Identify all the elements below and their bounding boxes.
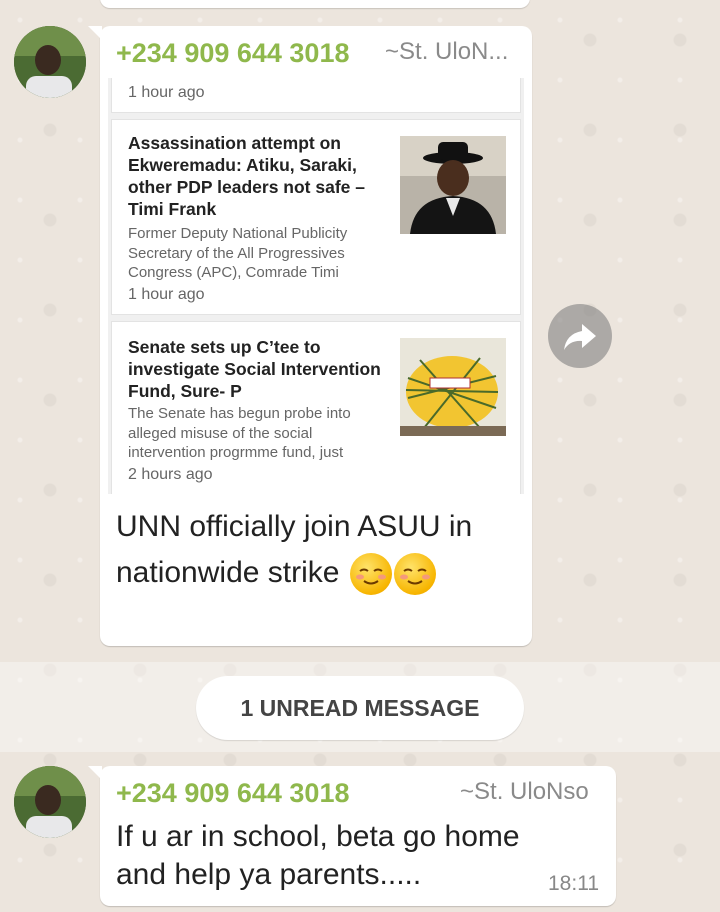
sender-avatar[interactable] xyxy=(14,26,86,98)
news-thumbnail-man-in-hat xyxy=(400,136,506,234)
forward-arrow-icon xyxy=(564,324,596,350)
news-preview-panel[interactable]: 1 hour ago Assassination attempt on Ekwe… xyxy=(108,78,524,494)
news-title: Assassination attempt on Ekweremadu: Ati… xyxy=(128,133,365,219)
message-bubble-news[interactable]: +234 909 644 3018 ~St. UloN... 1 hour ag… xyxy=(88,26,532,646)
news-title: Senate sets up C’tee to investigate Soci… xyxy=(128,337,381,401)
news-time: 1 hour ago xyxy=(128,286,205,303)
message-bubble-text[interactable]: +234 909 644 3018 ~St. UloNso If u ar in… xyxy=(88,766,616,906)
relieved-face-icon xyxy=(393,553,436,596)
news-card-ekweremadu[interactable]: Assassination attempt on Ekweremadu: Ati… xyxy=(112,120,520,314)
message-text: UNN officially join ASUU in nationwide s… xyxy=(116,504,516,596)
sender-phone[interactable]: +234 909 644 3018 xyxy=(116,778,349,809)
message-body: If u ar in school, beta go home and help… xyxy=(116,820,520,891)
news-time: 1 hour ago xyxy=(128,84,205,101)
news-thumbnail-probe-cartoon xyxy=(400,338,506,436)
news-time: 2 hours ago xyxy=(128,466,213,483)
sender-name: ~St. UloNso xyxy=(460,778,589,805)
relieved-face-icon xyxy=(349,553,392,596)
avatar-photo xyxy=(14,26,86,98)
sender-avatar[interactable] xyxy=(14,766,86,838)
sender-name: ~St. UloN... xyxy=(385,38,509,65)
news-description: The Senate has begun probe into alleged … xyxy=(128,405,351,461)
avatar-photo xyxy=(14,766,86,838)
news-card-senate[interactable]: Senate sets up C’tee to investigate Soci… xyxy=(112,322,520,494)
news-card-partial[interactable]: 1 hour ago xyxy=(112,78,520,112)
forward-button[interactable] xyxy=(548,304,612,368)
sender-phone[interactable]: +234 909 644 3018 xyxy=(116,38,349,69)
unread-messages-badge: 1 UNREAD MESSAGE xyxy=(196,676,524,740)
news-description: Former Deputy National Publicity Secreta… xyxy=(128,225,348,281)
message-timestamp: 18:11 xyxy=(548,872,599,895)
previous-message-bubble[interactable] xyxy=(100,0,530,8)
